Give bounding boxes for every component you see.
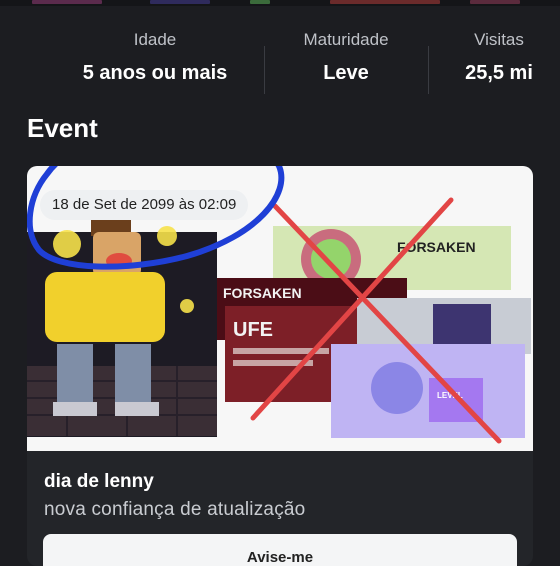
stat-age: Idade 5 anos ou mais (60, 30, 250, 85)
stat-maturity-label: Maturidade (303, 30, 389, 49)
top-strip (0, 0, 560, 6)
stat-age-value: 5 anos ou mais (82, 62, 228, 84)
stat-age-label: Idade (133, 30, 177, 49)
collage-text-3: UFE (233, 319, 273, 341)
stat-visits-label: Visitas (474, 30, 524, 49)
event-title: dia de lenny (44, 471, 154, 492)
stats-row: Idade 5 anos ou mais Maturidade Leve Vis… (0, 24, 560, 94)
collage-text-2: FORSAKEN (223, 285, 302, 301)
event-subtitle: nova confiança de atualização (44, 499, 306, 520)
event-thumbnail[interactable]: FORSAKEN FORSAKEN UFE LEVEL 18 de Set de… (27, 166, 533, 451)
character-image (27, 216, 217, 437)
stat-maturity: Maturidade Leve (270, 30, 422, 85)
stat-maturity-value: Leve (323, 62, 369, 84)
stats-divider (264, 46, 265, 94)
stat-visits: Visitas 25,5 mi (440, 30, 558, 85)
event-card[interactable]: FORSAKEN FORSAKEN UFE LEVEL 18 de Set de… (27, 166, 533, 566)
event-date-badge: 18 de Set de 2099 às 02:09 (40, 190, 249, 220)
stats-divider (428, 46, 429, 94)
notify-me-button[interactable]: Avise-me (43, 534, 517, 566)
stat-visits-value: 25,5 mi (465, 62, 533, 84)
section-title: Event (27, 113, 98, 143)
